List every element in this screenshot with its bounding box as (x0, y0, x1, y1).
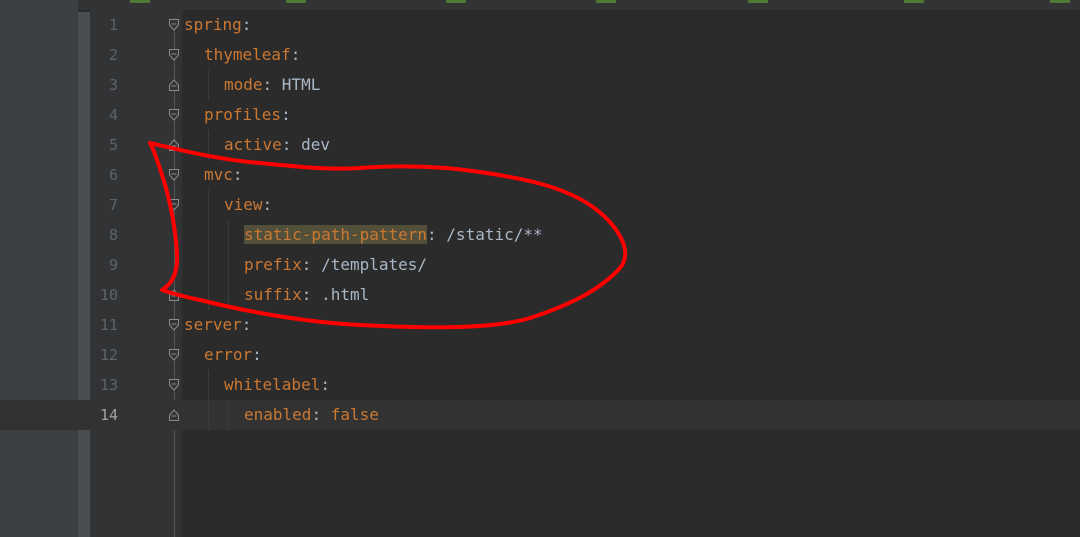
red-annotation-scribble (148, 141, 628, 330)
annotation-outline (148, 141, 628, 330)
